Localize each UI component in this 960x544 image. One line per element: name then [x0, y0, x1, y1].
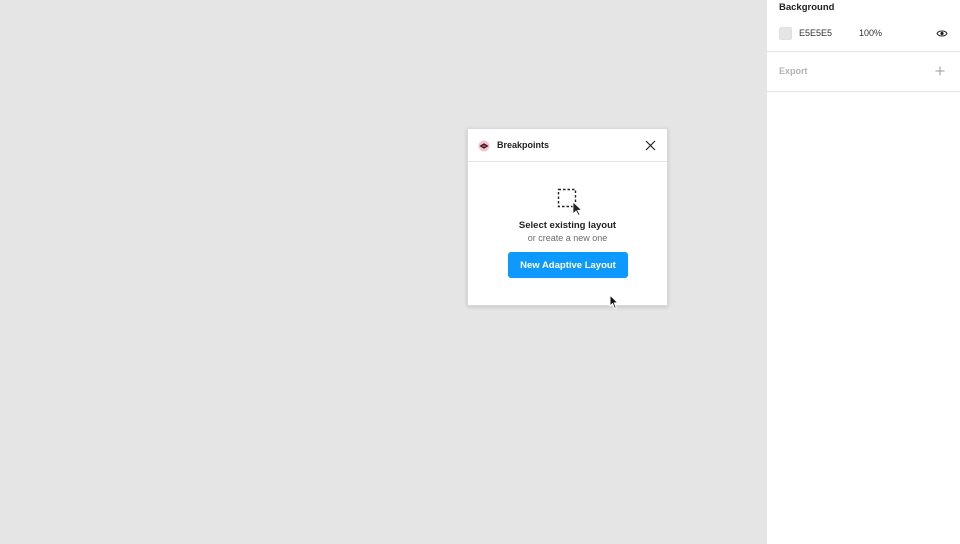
background-opacity-value[interactable]: 100% — [859, 28, 882, 38]
breakpoints-plugin-dialog: Breakpoints Select existing layout or cr… — [467, 128, 668, 306]
background-color-swatch[interactable] — [779, 26, 792, 40]
close-icon[interactable] — [643, 138, 657, 152]
background-section-title: Background — [779, 2, 835, 13]
export-section-title[interactable]: Export — [779, 66, 808, 76]
dialog-body: Select existing layout or create a new o… — [468, 162, 667, 306]
plus-icon[interactable] — [934, 65, 946, 77]
dialog-title: Breakpoints — [497, 140, 550, 150]
select-layer-icon — [557, 188, 583, 217]
background-fill-row[interactable]: E5E5E5 100% — [779, 26, 949, 40]
mouse-pointer-icon — [609, 293, 619, 310]
properties-panel: Background E5E5E5 100% Export — [766, 0, 960, 544]
empty-state-heading: Select existing layout — [518, 220, 617, 231]
breakpoints-logo-icon — [478, 139, 490, 152]
background-hex-value[interactable]: E5E5E5 — [799, 28, 859, 38]
empty-state-subtext: or create a new one — [527, 233, 608, 243]
new-adaptive-layout-button[interactable]: New Adaptive Layout — [508, 252, 628, 278]
export-section: Export — [767, 52, 960, 92]
dialog-header: Breakpoints — [468, 129, 667, 162]
background-section: Background E5E5E5 100% — [767, 0, 960, 52]
eye-icon[interactable] — [935, 26, 949, 40]
